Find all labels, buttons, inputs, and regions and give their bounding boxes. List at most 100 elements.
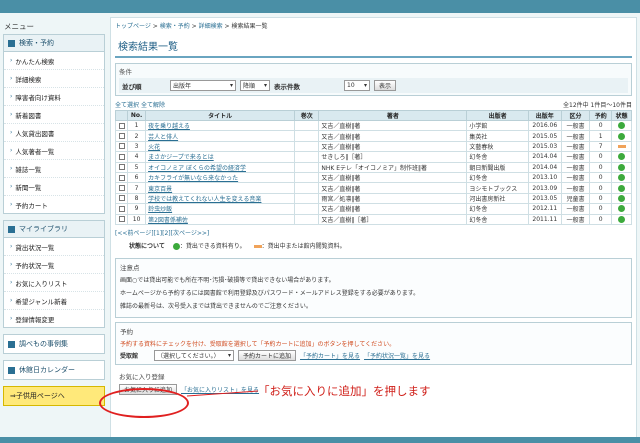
arrow-icon: › [10, 297, 13, 304]
square-bullet-icon [8, 366, 15, 374]
col-volume: 巻次 [294, 110, 320, 121]
row-checkbox-cell[interactable] [114, 151, 129, 163]
row-checkbox[interactable] [118, 153, 125, 160]
view-reservations-link[interactable]: 「予約状況一覧」を見る [364, 351, 430, 360]
row-category: 一般書 [560, 151, 591, 163]
sidebar-item-genre-new[interactable]: › 希望ジャンル新着 [4, 292, 104, 310]
sidebar-item-reserve-cart[interactable]: › 予約カート [4, 196, 104, 213]
row-checkbox[interactable] [118, 205, 125, 212]
square-bullet-icon [8, 39, 15, 47]
cases-button[interactable]: 調べもの事例集 [3, 334, 105, 354]
available-icon [618, 132, 626, 140]
row-reserve-count: 0 [589, 192, 613, 205]
highlight-oval [99, 388, 189, 418]
sidebar-item-loans[interactable]: › 貸出状況一覧 [4, 238, 104, 256]
row-reserve-count: 0 [589, 182, 613, 194]
row-checkbox[interactable] [118, 122, 125, 129]
chevron-down-icon: ▾ [363, 82, 367, 89]
row-status [611, 213, 632, 225]
row-checkbox-cell[interactable] [114, 130, 129, 142]
row-checkbox[interactable] [118, 185, 125, 192]
row-title[interactable]: 芸人と俳人 [145, 130, 296, 142]
sidebar-item-new-books[interactable]: › 新着図書 [4, 106, 104, 124]
row-checkbox[interactable] [118, 195, 125, 202]
row-volume [294, 119, 320, 132]
row-year: 2013.05 [527, 192, 562, 205]
add-to-cart-button[interactable]: 予約カートに追加 [238, 349, 297, 361]
arrow-icon: › [10, 165, 13, 172]
row-status [611, 161, 632, 173]
table-header-row: No. タイトル 巻次 著者 出版者 出版年 区分 予約 状態 [114, 110, 632, 121]
sidebar-item-newspapers[interactable]: › 新聞一覧 [4, 178, 104, 196]
sidebar-item-profile[interactable]: › 登録情報変更 [4, 310, 104, 327]
deselect-all-link[interactable]: 全て解除 [141, 102, 165, 109]
row-volume [294, 182, 320, 194]
show-button[interactable]: 表示 [374, 80, 397, 91]
row-checkbox-cell[interactable] [114, 182, 129, 194]
breadcrumb-detail[interactable]: 詳細検索 [199, 23, 223, 30]
available-icon [618, 163, 626, 171]
sidebar-item-popular-authors[interactable]: › 人気著者一覧 [4, 142, 104, 160]
calendar-button[interactable]: 休館日カレンダー [3, 360, 105, 380]
row-author: 又吉／直樹‖著 [318, 119, 468, 132]
row-title[interactable]: カキフライが無いなら来なかった [145, 171, 296, 184]
row-title[interactable]: オイコノミア ぼくらの希望の経済学 [145, 161, 296, 173]
row-volume [294, 171, 320, 184]
row-checkbox-cell[interactable] [114, 140, 129, 153]
row-checkbox[interactable] [118, 216, 125, 223]
arrow-icon: › [10, 201, 13, 208]
sidebar-item-favorites[interactable]: › お気に入りリスト [4, 274, 104, 292]
row-year: 2012.11 [527, 203, 562, 215]
note-line: 画面○では貸出可能でも所在不明･汚損･破損等で貸出できない場合があります。 [120, 276, 335, 284]
per-page-select[interactable]: 10 ▾ [344, 80, 370, 91]
row-checkbox-cell[interactable] [114, 213, 129, 225]
order-select[interactable]: 降順 ▾ [240, 80, 270, 91]
breadcrumb-top[interactable]: トップページ [115, 23, 151, 30]
row-checkbox-cell[interactable] [114, 171, 129, 184]
sidebar-item-magazines[interactable]: › 雑誌一覧 [4, 160, 104, 178]
table-row: 10 第2図書係補佐 又吉／直樹‖［著］ 幻冬舎 2011.11 一般書 0 [114, 213, 632, 225]
row-author: 又吉／直樹‖著 [318, 203, 468, 215]
row-checkbox[interactable] [118, 143, 125, 150]
search-menu-head[interactable]: 検索・予約 [4, 35, 104, 52]
view-cart-link[interactable]: 「予約カート」を見る [300, 351, 360, 360]
row-checkbox-cell[interactable] [114, 119, 129, 132]
library-menu-head[interactable]: マイライブラリ [4, 221, 104, 238]
pickup-select[interactable]: （選択してください。） ▾ [154, 349, 234, 361]
row-reserve-count: 0 [589, 203, 613, 215]
checkbox-header [114, 110, 129, 121]
select-all-link[interactable]: 全て選択 [115, 102, 139, 109]
sidebar-item-detail-search[interactable]: › 詳細検索 [4, 70, 104, 88]
row-publisher: 幻冬舎 [466, 203, 529, 215]
row-title[interactable]: まさかジープで来るとは [145, 151, 296, 163]
col-reserve: 予約 [589, 110, 613, 121]
row-checkbox[interactable] [118, 164, 125, 171]
pickup-label: 受取館 [120, 352, 139, 360]
row-publisher: 幻冬舎 [466, 213, 529, 225]
sidebar-item-accessible[interactable]: › 障害者向け資料 [4, 88, 104, 106]
row-checkbox[interactable] [118, 133, 125, 140]
row-category: 一般書 [560, 203, 591, 215]
kids-page-button[interactable]: ⇒子供用ページへ [3, 386, 105, 406]
row-title[interactable]: 夜を乗り越える [145, 119, 296, 132]
row-checkbox[interactable] [118, 174, 125, 181]
sidebar-item-easy-search[interactable]: › かんたん検索 [4, 52, 104, 70]
arrow-icon: › [10, 147, 13, 154]
row-checkbox-cell[interactable] [114, 203, 129, 215]
row-title[interactable]: 第2図書係補佐 [145, 213, 296, 225]
sidebar-item-popular[interactable]: › 人気貸出図書 [4, 124, 104, 142]
sidebar-item-reservations[interactable]: › 予約状況一覧 [4, 256, 104, 274]
row-title[interactable]: 東京百景 [145, 182, 296, 194]
row-volume [294, 161, 320, 173]
sort-select[interactable]: 出版年 ▾ [170, 80, 236, 91]
row-title[interactable]: 火花 [145, 140, 296, 153]
row-publisher: ヨシモトブックス [466, 182, 529, 194]
table-row: 6 カキフライが無いなら来なかった 又吉／直樹‖著 幻冬舎 2013.10 一般書 0 [114, 171, 632, 184]
row-title[interactable]: 鈴虫炒飯 [145, 203, 296, 215]
pager[interactable]: [<<前ページ][1][2][次ページ>>] [115, 228, 632, 237]
row-checkbox-cell[interactable] [114, 192, 129, 205]
breadcrumb: トップページ > 検索・予約 > 詳細検索 > 検索結果一覧 [115, 23, 268, 30]
row-checkbox-cell[interactable] [114, 161, 129, 173]
breadcrumb-search[interactable]: 検索・予約 [160, 23, 190, 30]
row-title[interactable]: 学校では教えてくれない人生を変える音楽 [145, 192, 296, 205]
